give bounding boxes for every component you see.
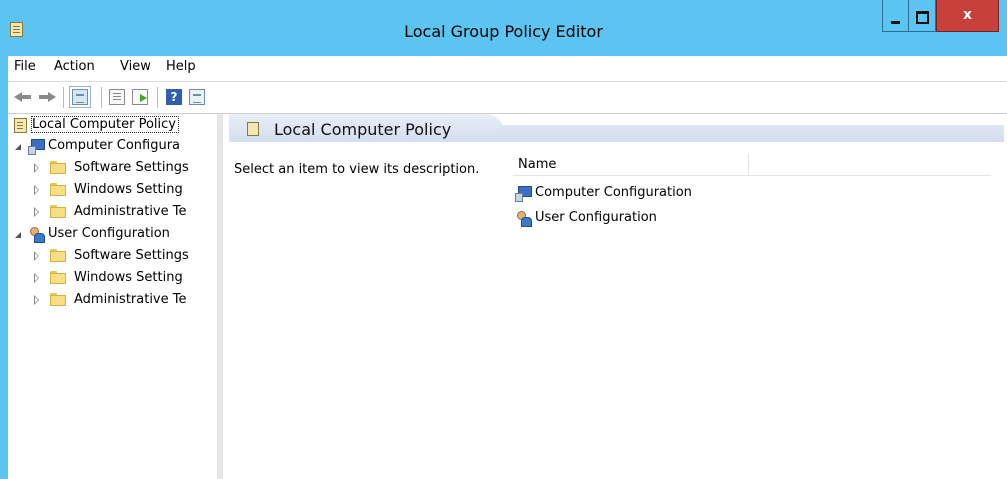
computer-icon bbox=[28, 138, 45, 155]
tree-label: Windows Setting bbox=[74, 270, 183, 285]
expand-icon[interactable] bbox=[34, 207, 39, 217]
expand-icon[interactable] bbox=[34, 163, 39, 173]
show-hide-action-pane-icon[interactable] bbox=[189, 89, 205, 105]
tree-item-windows-settings[interactable]: Windows Setting bbox=[8, 268, 217, 288]
window-title: Local Group Policy Editor bbox=[404, 22, 603, 41]
minimize-button[interactable] bbox=[882, 0, 909, 32]
folder-icon bbox=[50, 271, 67, 284]
tree-item-software-settings[interactable]: Software Settings bbox=[8, 246, 217, 266]
close-button[interactable]: x bbox=[936, 0, 999, 32]
folder-icon bbox=[50, 183, 67, 196]
user-icon bbox=[515, 210, 532, 227]
toolbar-separator bbox=[101, 87, 102, 108]
tree-item-administrative-templates[interactable]: Administrative Te bbox=[8, 290, 217, 310]
computer-icon bbox=[515, 185, 532, 202]
folder-icon bbox=[50, 205, 67, 218]
folder-icon bbox=[50, 249, 67, 262]
tree-item-windows-settings[interactable]: Windows Setting bbox=[8, 180, 217, 200]
tree-label: User Configuration bbox=[48, 226, 170, 241]
expand-icon[interactable] bbox=[34, 251, 39, 261]
policy-icon bbox=[247, 122, 259, 136]
policy-icon bbox=[14, 118, 27, 133]
user-icon bbox=[28, 226, 45, 243]
tree-label: Administrative Te bbox=[74, 292, 187, 307]
tree-label: Software Settings bbox=[74, 160, 189, 175]
window-frame: File Action View Help ? Local Computer P… bbox=[8, 56, 1007, 479]
details-title: Local Computer Policy bbox=[274, 120, 452, 139]
folder-icon bbox=[50, 161, 67, 174]
maximize-button[interactable] bbox=[909, 0, 936, 32]
tree-label: Local Computer Policy bbox=[31, 116, 179, 133]
details-header: Local Computer Policy bbox=[229, 114, 1007, 142]
expand-icon[interactable] bbox=[34, 273, 39, 283]
description-text: Select an item to view its description. bbox=[234, 162, 480, 177]
console-tree[interactable]: Local Computer Policy Computer Configura… bbox=[8, 114, 223, 479]
tree-label: Windows Setting bbox=[74, 182, 183, 197]
properties-icon[interactable] bbox=[109, 89, 125, 105]
title-bar[interactable]: Local Group Policy Editor x bbox=[0, 0, 1007, 56]
tree-item-computer-configuration[interactable]: Computer Configura bbox=[8, 136, 217, 156]
column-label: Name bbox=[518, 157, 557, 172]
menu-bar: File Action View Help bbox=[8, 56, 1007, 82]
help-icon[interactable]: ? bbox=[166, 89, 182, 105]
expand-icon[interactable] bbox=[34, 185, 39, 195]
show-hide-console-tree-icon[interactable] bbox=[69, 86, 91, 108]
tree-item-user-configuration[interactable]: User Configuration bbox=[8, 224, 217, 244]
menu-help[interactable]: Help bbox=[166, 59, 196, 74]
back-icon[interactable] bbox=[14, 92, 32, 102]
menu-file[interactable]: File bbox=[14, 59, 36, 74]
tree-item-administrative-templates[interactable]: Administrative Te bbox=[8, 202, 217, 222]
list-header: Name bbox=[513, 154, 991, 176]
menu-action[interactable]: Action bbox=[54, 59, 95, 74]
collapse-icon[interactable] bbox=[15, 232, 21, 238]
list-item-label: Computer Configuration bbox=[535, 185, 692, 200]
toolbar-separator bbox=[63, 87, 64, 108]
forward-icon[interactable] bbox=[38, 92, 56, 102]
toolbar: ? bbox=[8, 82, 1007, 114]
tree-item-local-computer-policy[interactable]: Local Computer Policy bbox=[12, 115, 217, 135]
folder-icon bbox=[50, 293, 67, 306]
menu-view[interactable]: View bbox=[120, 59, 151, 74]
column-name[interactable]: Name bbox=[513, 154, 749, 175]
export-list-icon[interactable] bbox=[132, 89, 148, 105]
tree-label: Administrative Te bbox=[74, 204, 187, 219]
list-item-label: User Configuration bbox=[535, 210, 657, 225]
toolbar-separator bbox=[157, 87, 158, 108]
details-pane: Local Computer Policy Select an item to … bbox=[229, 114, 1007, 479]
close-icon: x bbox=[962, 7, 973, 23]
collapse-icon[interactable] bbox=[15, 144, 21, 150]
tree-label: Software Settings bbox=[74, 248, 189, 263]
tree-item-software-settings[interactable]: Software Settings bbox=[8, 158, 217, 178]
expand-icon[interactable] bbox=[34, 295, 39, 305]
tree-label: Computer Configura bbox=[48, 138, 181, 153]
